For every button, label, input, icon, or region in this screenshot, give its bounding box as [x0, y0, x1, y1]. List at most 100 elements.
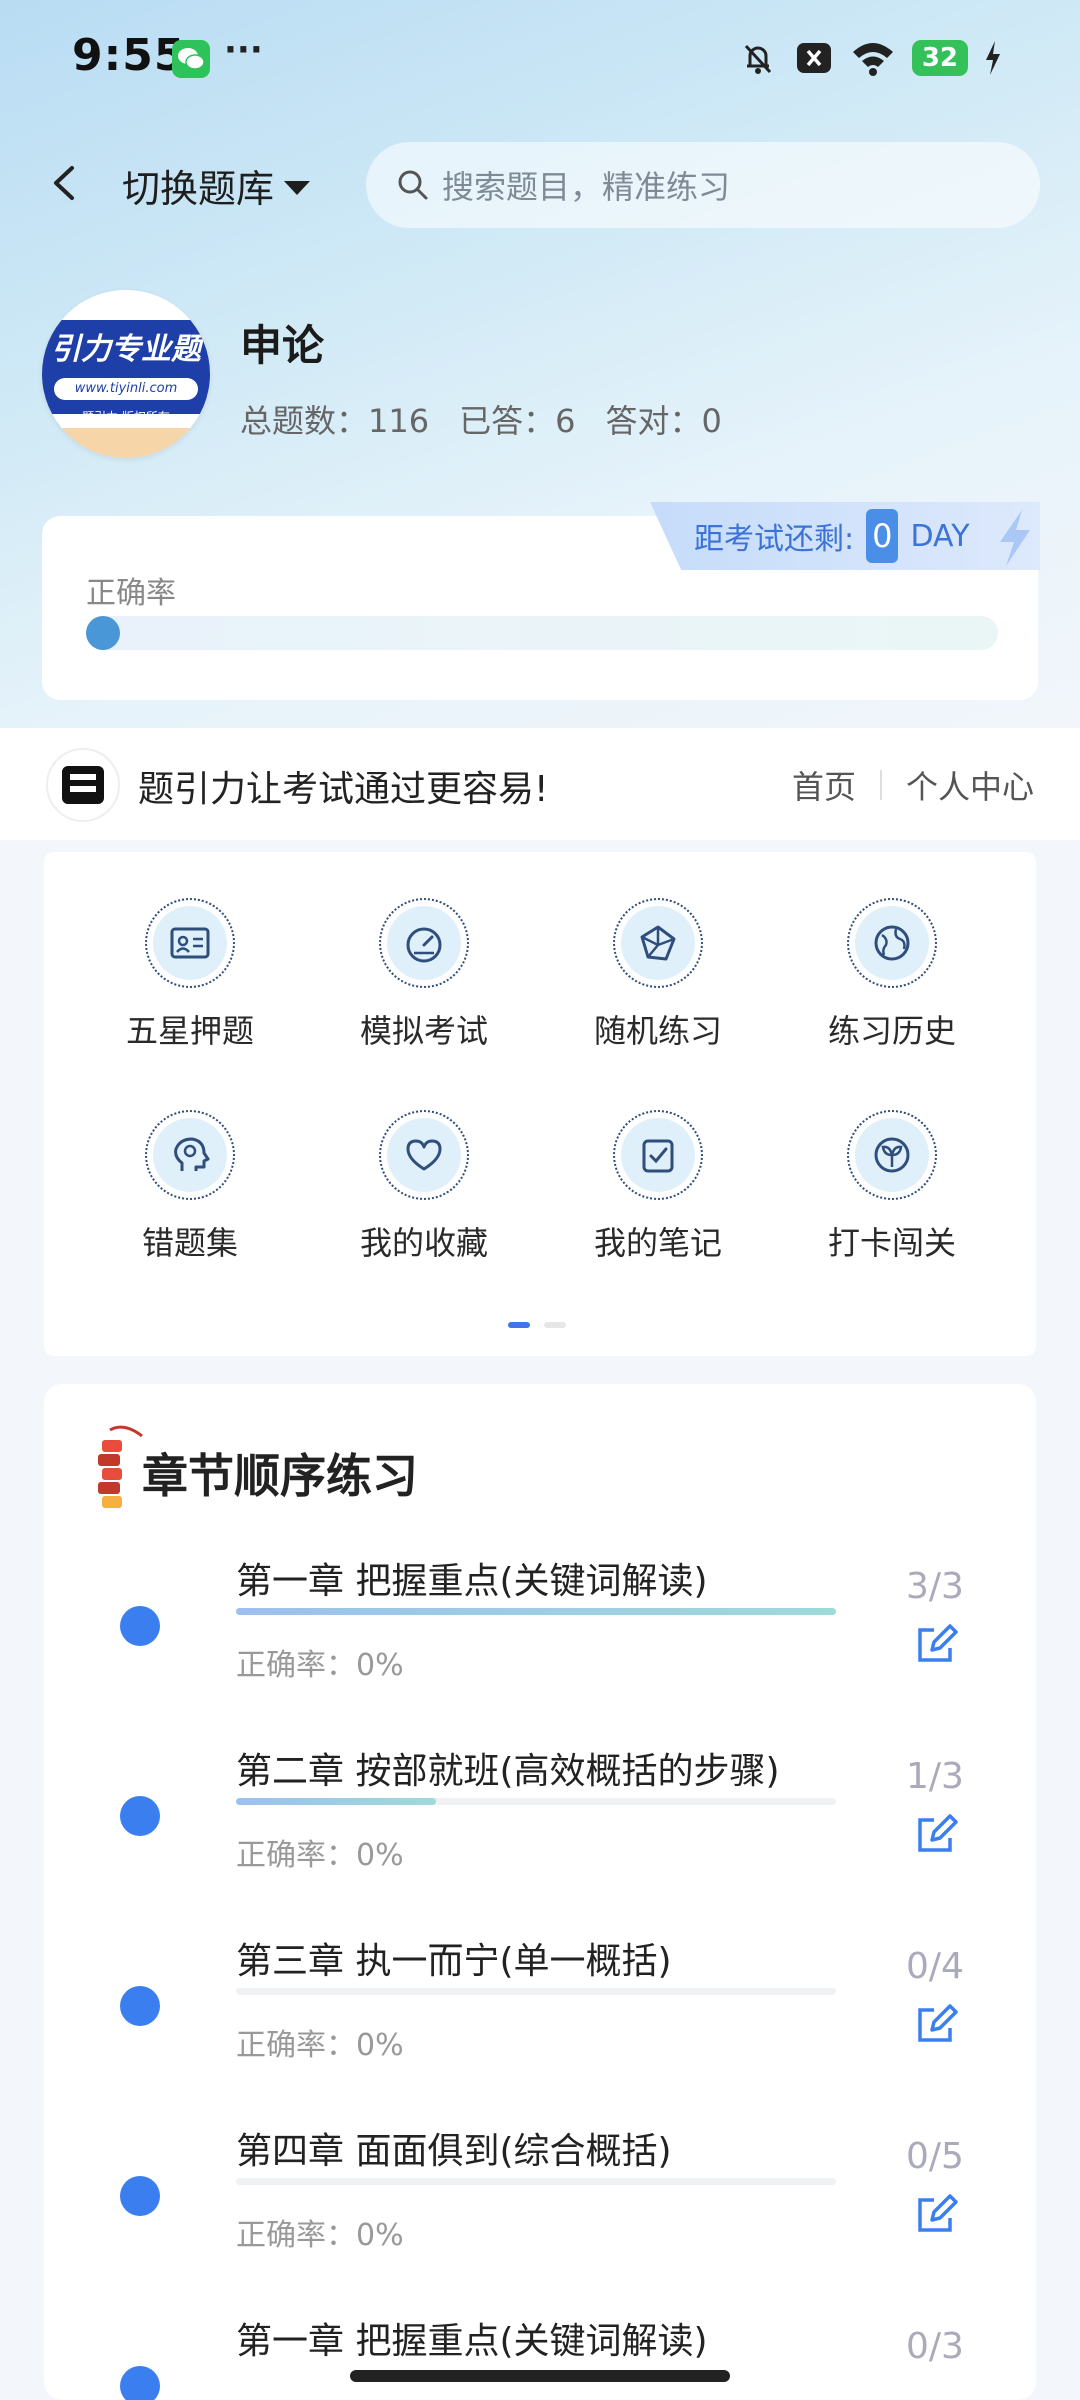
grid-item-favorites[interactable]: 我的收藏: [324, 1110, 524, 1264]
edit-icon[interactable]: [914, 1812, 960, 1858]
firecracker-icon: [98, 1425, 143, 1508]
chapter-name: 第三章 执一而宁(单一概括): [236, 1941, 672, 1982]
charging-icon: [986, 41, 1000, 75]
grid-item-random-practice[interactable]: 随机练习: [558, 898, 758, 1052]
feature-grid: 五星押题 模拟考试 随机练习 练习历史 错题集 我的收藏 我的笔记 打卡闯关: [44, 852, 1036, 1356]
chapter-count: 3/3: [906, 1566, 964, 1607]
chapter-accuracy: 正确率：0%: [236, 2028, 404, 2063]
nav-links: 首页 个人中心: [792, 762, 1034, 808]
chapter-progress-fill: [236, 1798, 436, 1805]
chapter-accuracy: 正确率：0%: [236, 2218, 404, 2253]
globe-icon: [855, 906, 929, 980]
grid-item-history[interactable]: 练习历史: [792, 898, 992, 1052]
chapter-row[interactable]: 第四章 面面俱到(综合概括) 正确率：0% 0/5: [44, 2122, 1036, 2312]
heart-icon: [387, 1118, 461, 1192]
grid-item-mock-exam[interactable]: 模拟考试: [324, 898, 524, 1052]
chapter-accuracy: 正确率：0%: [236, 1838, 404, 1873]
chapter-row[interactable]: 第一章 把握重点(关键词解读) 0/3: [44, 2312, 1036, 2400]
brand-slogan: 题引力让考试通过更容易!: [138, 769, 549, 810]
grid-label: 我的笔记: [593, 1224, 722, 1262]
chapter-name: 第二章 按部就班(高效概括的步骤): [236, 1751, 780, 1792]
battery-indicator: 32: [911, 40, 968, 76]
chapter-progress-fill: [236, 1608, 836, 1615]
network-icon: [621, 906, 695, 980]
countdown-unit: DAY: [910, 518, 970, 554]
edit-icon[interactable]: [914, 2002, 960, 2048]
chapter-row[interactable]: 第三章 执一而宁(单一概括) 正确率：0% 0/4: [44, 1932, 1036, 2122]
grid-item-check-in[interactable]: 打卡闯关: [792, 1110, 992, 1264]
chapter-progress-bar: [236, 2178, 836, 2185]
grid-label: 我的收藏: [359, 1224, 488, 1262]
subject-name: 申论: [240, 321, 325, 370]
chapter-practice-card: 章节顺序练习 第一章 把握重点(关键词解读) 正确率：0% 3/3 第二章 按部…: [44, 1384, 1036, 2400]
grid-label: 随机练习: [593, 1012, 722, 1050]
nav-divider: [879, 770, 882, 800]
chapter-row[interactable]: 第二章 按部就班(高效概括的步骤) 正确率：0% 1/3: [44, 1742, 1036, 1932]
grid-label: 练习历史: [827, 1012, 956, 1050]
exam-countdown-badge: 距考试还剩: 0 DAY: [650, 502, 1040, 570]
switch-bank-button[interactable]: 切换题库: [122, 158, 311, 213]
grid-item-five-star[interactable]: 五星押题: [90, 898, 290, 1052]
back-arrow-icon[interactable]: [40, 158, 90, 208]
grid-label: 打卡闯关: [827, 1224, 956, 1262]
accuracy-progress-bar: [86, 616, 998, 650]
id-card-icon: [153, 906, 227, 980]
chapter-row[interactable]: 第一章 把握重点(关键词解读) 正确率：0% 3/3: [44, 1552, 1036, 1742]
home-indicator[interactable]: [350, 2370, 730, 2382]
bell-muted-icon: [744, 44, 771, 74]
wechat-icon: [172, 40, 210, 78]
chapter-bullet: [120, 1986, 160, 2026]
grid-label: 五星押题: [125, 1012, 254, 1050]
logo-copyright: 题引力 版权所有: [82, 410, 170, 424]
page-dot[interactable]: [544, 1322, 566, 1328]
search-icon: [398, 170, 428, 200]
status-bar: 9:55 ··· 32: [0, 0, 1080, 118]
countdown-value: 0: [866, 509, 899, 563]
chapter-count: 0/3: [906, 2326, 964, 2367]
search-input[interactable]: 搜索题目，精准练习: [366, 142, 1040, 228]
edit-icon[interactable]: [914, 2192, 960, 2238]
chapter-name: 第四章 面面俱到(综合概括): [236, 2131, 672, 2172]
chapter-section-title: 章节顺序练习: [142, 1449, 418, 1503]
brand-logo-icon: [46, 748, 120, 822]
note-check-icon: [621, 1118, 695, 1192]
answered-count: 已答：6: [459, 402, 576, 440]
nav-home-link[interactable]: 首页: [792, 762, 856, 808]
chapter-bullet: [120, 2366, 160, 2400]
chapter-bullet: [120, 2176, 160, 2216]
nav-profile-link[interactable]: 个人中心: [906, 762, 1034, 808]
chapter-bullet: [120, 1796, 160, 1836]
grid-label: 模拟考试: [359, 1012, 488, 1050]
switch-bank-label: 切换题库: [122, 167, 275, 211]
page-dot-active[interactable]: [508, 1322, 530, 1328]
subject-logo: 引力专业题 www.tiyinli.com 题引力 版权所有: [42, 290, 210, 458]
status-time: 9:55: [72, 30, 186, 81]
gauge-icon: [387, 906, 461, 980]
lightning-icon: [1000, 510, 1030, 566]
accuracy-progress-fill: [86, 616, 120, 650]
edit-icon[interactable]: [914, 1622, 960, 1668]
sprout-icon: [855, 1118, 929, 1192]
countdown-label: 距考试还剩:: [694, 522, 855, 557]
status-right-icons: 32: [738, 38, 1002, 78]
correct-count: 答对：0: [605, 402, 722, 440]
close-box-icon: [796, 43, 831, 73]
search-placeholder: 搜索题目，精准练习: [442, 168, 731, 206]
grid-item-wrong-set[interactable]: 错题集: [90, 1110, 290, 1264]
chapter-name: 第一章 把握重点(关键词解读): [236, 1561, 708, 1602]
logo-url: www.tiyinli.com: [54, 378, 198, 400]
chapter-progress-bar: [236, 1988, 836, 1995]
wifi-icon: [852, 43, 893, 76]
grid-item-notes[interactable]: 我的笔记: [558, 1110, 758, 1264]
logo-title: 引力专业题: [51, 332, 201, 367]
status-more-dots: ···: [224, 30, 263, 70]
chapter-count: 1/3: [906, 1756, 964, 1797]
page-dots: [508, 1322, 566, 1328]
chapter-bullet: [120, 1606, 160, 1646]
chapter-count: 0/5: [906, 2136, 964, 2177]
chapter-progress-bar: [236, 1798, 836, 1805]
chapter-name: 第一章 把握重点(关键词解读): [236, 2321, 708, 2362]
chapter-count: 0/4: [906, 1946, 964, 1987]
subject-stats: 总题数：116 已答：6 答对：0: [240, 396, 722, 442]
chapter-progress-bar: [236, 1608, 836, 1615]
